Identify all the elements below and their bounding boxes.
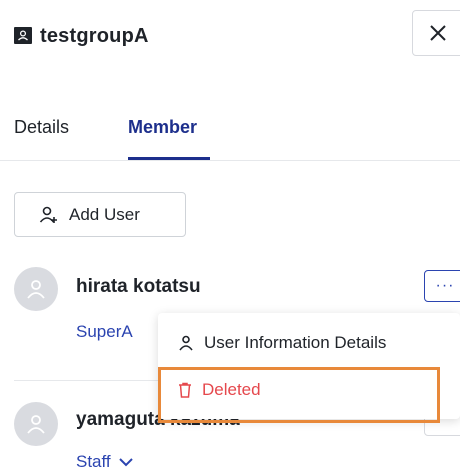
member-role-select[interactable]: Staff: [76, 452, 133, 472]
tabs-divider: [0, 160, 460, 161]
member-name: hirata kotatsu: [76, 276, 201, 297]
menu-item-deleted[interactable]: Deleted: [158, 368, 460, 412]
member-role: SuperA: [76, 322, 133, 341]
user-avatar-icon: [27, 280, 45, 299]
add-user-button[interactable]: Add User: [14, 192, 186, 237]
member-role: Staff: [76, 452, 111, 471]
tab-member[interactable]: Member: [128, 117, 197, 138]
user-icon: [179, 335, 193, 351]
avatar: [14, 402, 58, 446]
group-folder-icon: [14, 27, 32, 44]
trash-icon: [179, 382, 191, 398]
more-actions-button[interactable]: ···: [424, 270, 460, 302]
chevron-down-icon: [118, 457, 133, 466]
add-user-icon: [39, 206, 57, 223]
member-role-select[interactable]: SuperA: [76, 322, 133, 342]
menu-item-label: User Information Details: [204, 333, 387, 352]
user-avatar-icon: [27, 415, 45, 434]
menu-item-user-information-details[interactable]: User Information Details: [158, 321, 460, 365]
tab-details[interactable]: Details: [14, 117, 69, 138]
row-actions-menu: User Information Details Deleted: [158, 313, 460, 419]
avatar: [14, 267, 58, 311]
close-button[interactable]: [412, 10, 460, 56]
close-icon: [430, 25, 446, 41]
menu-item-label: Deleted: [202, 380, 261, 399]
add-user-label: Add User: [69, 204, 140, 224]
group-title: testgroupA: [40, 25, 149, 47]
more-icon: ···: [435, 277, 455, 294]
